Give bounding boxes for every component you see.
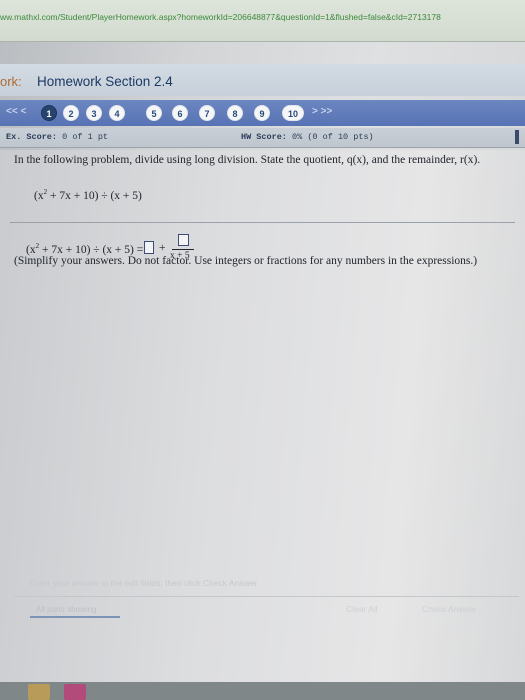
prev-question-button[interactable]: << < — [6, 106, 26, 117]
expression-part-2: + 7x + 10) ÷ (x + 5) — [47, 189, 142, 202]
section-divider — [10, 222, 515, 223]
homework-score: HW Score: 0% (0 of 10 pts) — [241, 132, 374, 142]
taskbar-app-icon[interactable] — [28, 684, 50, 700]
answer-instructions: (Simplify your answers. Do not factor. U… — [14, 255, 478, 267]
check-answer-button[interactable]: Check Answer — [422, 604, 476, 614]
question-button-2[interactable]: 2 — [63, 105, 79, 121]
question-button-7[interactable]: 7 — [199, 105, 215, 121]
question-button-9[interactable]: 9 — [254, 105, 270, 121]
entry-hint: Enter your answer in the edit fields, th… — [30, 578, 260, 588]
score-bar: Ex. Score: 0 of 1 pt HW Score: 0% (0 of … — [0, 128, 525, 148]
menu-handle-icon[interactable] — [515, 130, 519, 144]
question-button-8[interactable]: 8 — [227, 105, 243, 121]
question-nav: << < 1 2 3 4 5 6 7 8 9 10 > >> — [0, 100, 525, 126]
question-button-3[interactable]: 3 — [86, 105, 102, 121]
header-prefix: ork: — [0, 74, 22, 89]
all-parts-showing-link[interactable]: All parts showing — [36, 605, 96, 614]
progress-underline — [30, 616, 120, 618]
taskbar-app-icon[interactable] — [64, 684, 86, 700]
problem-expression: (x2 + 7x + 10) ÷ (x + 5) — [34, 188, 142, 202]
exercise-score-value: 0 of 1 pt — [62, 132, 109, 142]
plus-sign: + — [159, 242, 166, 254]
question-button-10[interactable]: 10 — [282, 105, 304, 121]
quotient-input[interactable] — [144, 241, 154, 254]
exercise-score-label: Ex. Score: — [6, 132, 58, 142]
question-button-5[interactable]: 5 — [146, 105, 162, 121]
homework-score-label: HW Score: — [241, 132, 287, 142]
taskbar — [0, 682, 525, 700]
homework-score-value: 0% (0 of 10 pts) — [292, 132, 374, 142]
footer-divider — [14, 596, 519, 597]
page-title: Homework Section 2.4 — [37, 74, 173, 89]
question-panel: In the following problem, divide using l… — [0, 150, 525, 700]
fraction-bar — [172, 249, 194, 250]
expression-part-1: (x — [34, 189, 44, 202]
problem-instruction: In the following problem, divide using l… — [14, 154, 481, 166]
url-text: ww.mathxl.com/Student/PlayerHomework.asp… — [0, 12, 441, 22]
equation-lhs: (x2 + 7x + 10) ÷ (x + 5) = — [26, 242, 143, 256]
question-button-1[interactable]: 1 — [41, 105, 57, 121]
remainder-input[interactable] — [178, 234, 189, 246]
question-button-4[interactable]: 4 — [109, 105, 125, 121]
exercise-score: Ex. Score: 0 of 1 pt — [6, 132, 108, 142]
question-button-6[interactable]: 6 — [172, 105, 188, 121]
page-header: ork: Homework Section 2.4 — [0, 64, 525, 96]
next-question-button[interactable]: > >> — [312, 106, 332, 117]
browser-address-bar[interactable]: ww.mathxl.com/Student/PlayerHomework.asp… — [0, 0, 525, 42]
clear-all-button[interactable]: Clear All — [346, 604, 378, 614]
